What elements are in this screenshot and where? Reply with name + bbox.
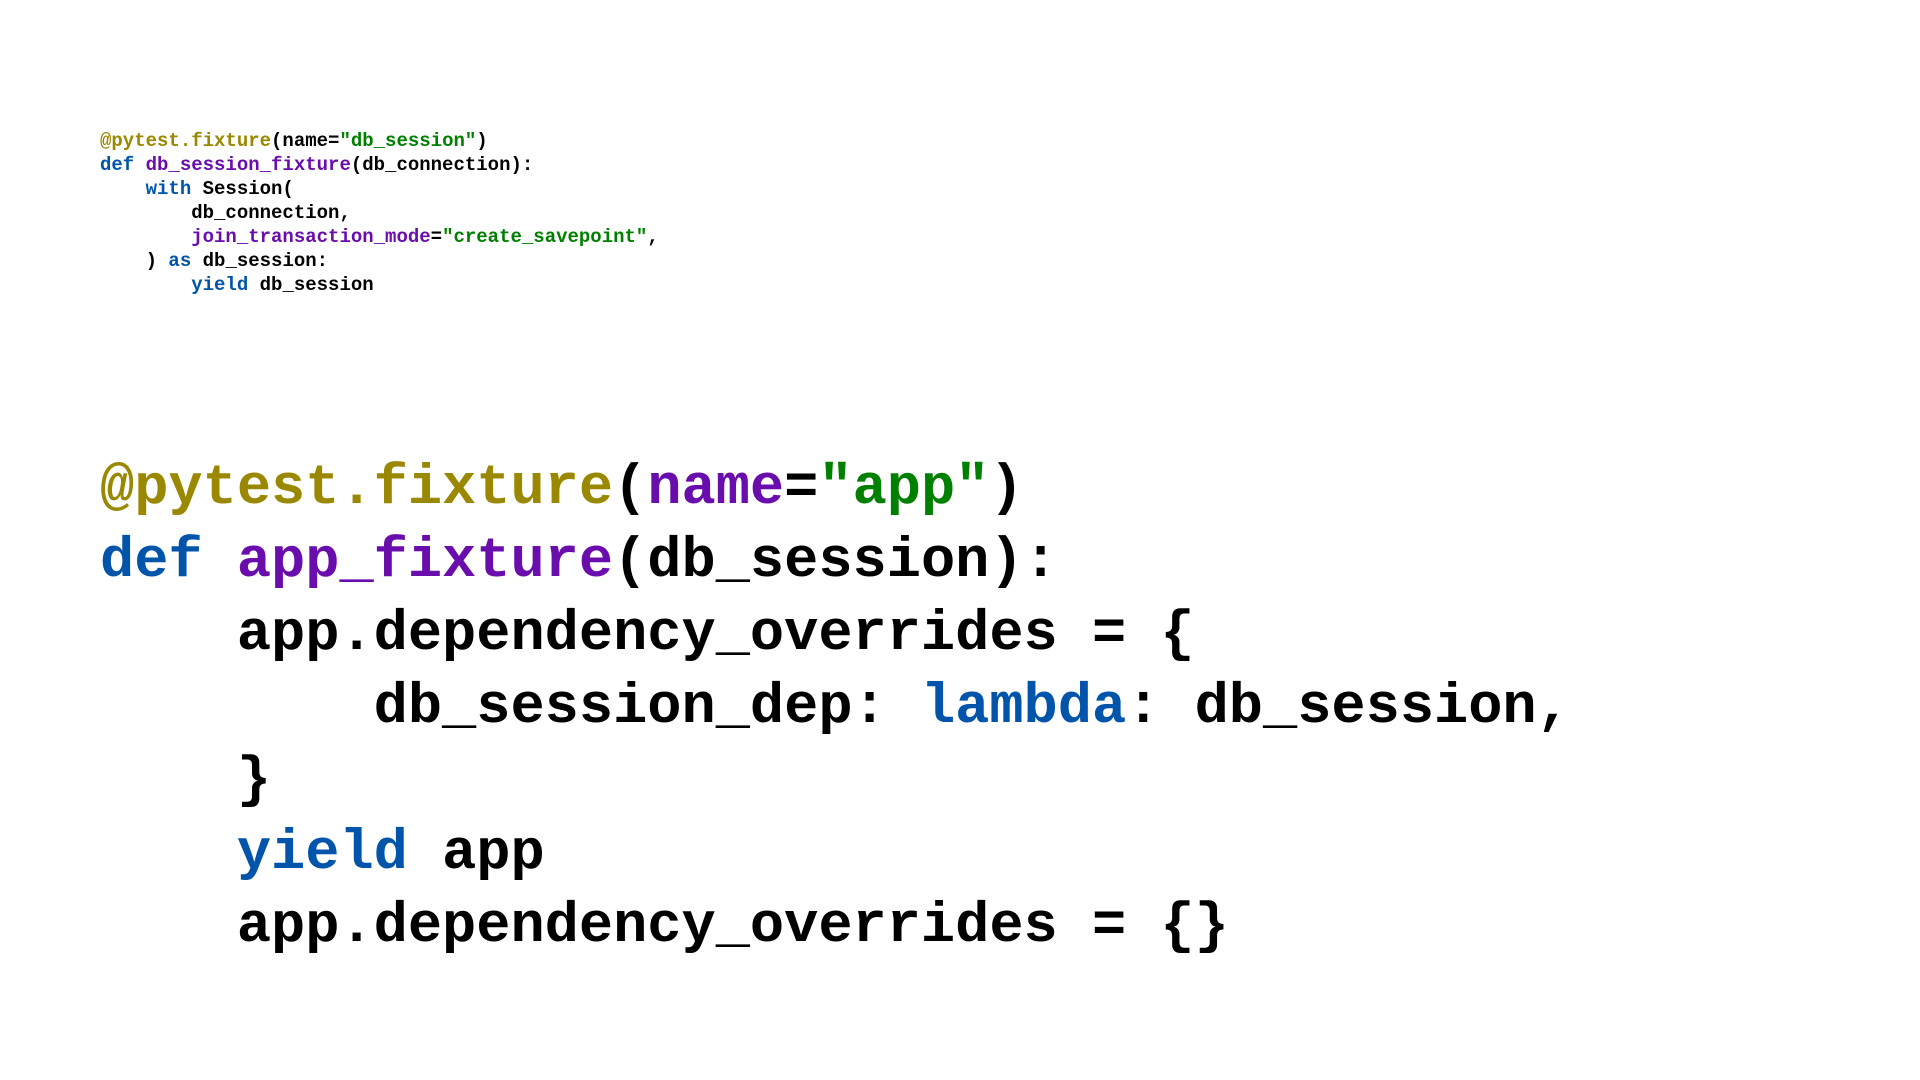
code-text: app bbox=[408, 822, 545, 886]
code-block-large: @pytest.fixture(name="app") def app_fixt… bbox=[100, 380, 1571, 964]
code-text: app.dependency_overrides = {} bbox=[100, 895, 1229, 959]
code-text: = bbox=[431, 226, 442, 248]
code-text bbox=[100, 822, 237, 886]
argname-text: join_transaction_mode bbox=[191, 226, 430, 248]
code-text: ( bbox=[613, 457, 647, 521]
funcname-text: app_fixture bbox=[237, 530, 613, 594]
code-text: ) bbox=[476, 130, 487, 152]
code-text: (name= bbox=[271, 130, 339, 152]
code-text: Session( bbox=[191, 178, 294, 200]
decorator-text: @pytest.fixture bbox=[100, 130, 271, 152]
code-text: db_session bbox=[248, 274, 373, 296]
code-text: ) bbox=[989, 457, 1023, 521]
code-text: db_connection, bbox=[100, 202, 351, 224]
decorator-text: @pytest.fixture bbox=[100, 457, 613, 521]
code-text bbox=[100, 274, 191, 296]
argname-text: name bbox=[647, 457, 784, 521]
code-text: db_session_dep: bbox=[100, 676, 921, 740]
code-text: : db_session, bbox=[1126, 676, 1571, 740]
code-text bbox=[100, 226, 191, 248]
keyword-text: yield bbox=[191, 274, 248, 296]
code-text: (db_connection): bbox=[351, 154, 533, 176]
funcname-text: db_session_fixture bbox=[146, 154, 351, 176]
string-text: "create_savepoint" bbox=[442, 226, 647, 248]
string-text: "db_session" bbox=[339, 130, 476, 152]
keyword-text: lambda bbox=[921, 676, 1126, 740]
code-text: } bbox=[100, 749, 271, 813]
string-text: "app" bbox=[818, 457, 989, 521]
keyword-text: with bbox=[146, 178, 192, 200]
code-text: app.dependency_overrides = { bbox=[100, 603, 1195, 667]
keyword-text: def bbox=[100, 530, 237, 594]
keyword-text: def bbox=[100, 154, 146, 176]
code-text bbox=[100, 178, 146, 200]
code-text: ) bbox=[100, 250, 168, 272]
code-text: = bbox=[784, 457, 818, 521]
code-text: (db_session): bbox=[613, 530, 1058, 594]
code-text: , bbox=[647, 226, 658, 248]
code-block-small: @pytest.fixture(name="db_session") def d… bbox=[100, 105, 659, 297]
code-text: db_session: bbox=[191, 250, 328, 272]
keyword-text: yield bbox=[237, 822, 408, 886]
keyword-text: as bbox=[168, 250, 191, 272]
